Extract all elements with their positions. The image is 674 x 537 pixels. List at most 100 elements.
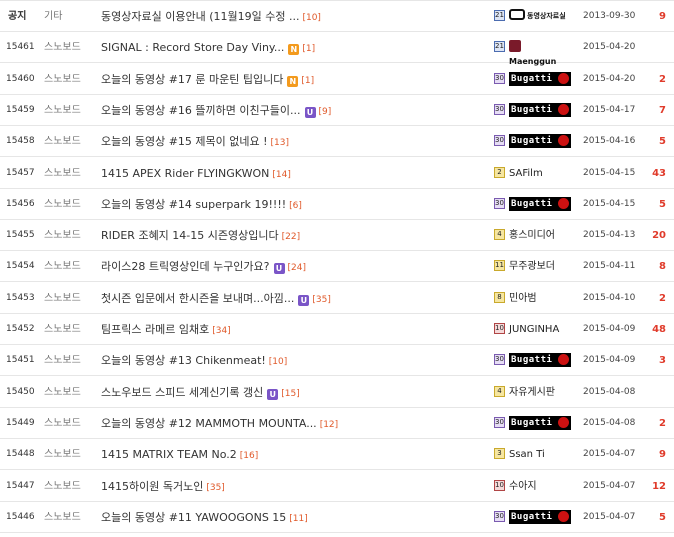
- post-category[interactable]: 스노보드: [44, 32, 81, 63]
- post-list: 공지 기타 동영상자료실 이용안내 (11월19일 수정 ... [10] 21 동영상자…: [0, 0, 674, 537]
- table-row[interactable]: 15456 스노보드 오늘의 동영상 #14 superpark 19!!!! [6]…: [0, 189, 674, 220]
- post-title-link[interactable]: RIDER 조혜지 14-15 시즌영상입니다: [101, 229, 279, 242]
- post-category[interactable]: 스노보드: [44, 158, 81, 189]
- post-title-link[interactable]: 1415 MATRIX TEAM No.2: [101, 448, 237, 461]
- post-title-link[interactable]: 첫시즌 입문에서 한시즌을 보내며...아낌...: [101, 292, 294, 305]
- comment-count[interactable]: [22]: [282, 232, 300, 242]
- post-title-link[interactable]: SIGNAL : Record Store Day Viny...: [101, 41, 284, 54]
- post-title-link[interactable]: 오늘의 동영상 #17 룬 마운틴 팁입니다: [101, 73, 283, 86]
- table-row[interactable]: 15457 스노보드 1415 APEX Rider FLYINGKWON [14] 2…: [0, 158, 674, 189]
- writer-logo[interactable]: Maenggun: [509, 40, 569, 66]
- table-row[interactable]: 15446 스노보드 오늘의 동영상 #11 YAWOOGONS 15 [11] 30 B…: [0, 502, 674, 533]
- table-row[interactable]: 15454 스노보드 라이스28 트릭영상인데 누구인가요? U [24] 11 무주광보더…: [0, 251, 674, 283]
- post-category[interactable]: 스노보드: [44, 95, 81, 126]
- comment-count[interactable]: [35]: [206, 483, 224, 493]
- comment-count[interactable]: [35]: [312, 295, 330, 305]
- table-row[interactable]: 15452 스노보드 팀프릭스 라메르 임채호 [34] 10 JUNGINHA 2015-…: [0, 314, 674, 345]
- post-title-link[interactable]: 오늘의 동영상 #16 뜰끼하면 이친구들이...: [101, 104, 301, 117]
- notice-row[interactable]: 공지 기타 동영상자료실 이용안내 (11월19일 수정 ... [10] 21 동영상자…: [0, 1, 674, 32]
- comment-count[interactable]: [12]: [320, 420, 338, 430]
- post-title-link[interactable]: 오늘의 동영상 #11 YAWOOGONS 15: [101, 511, 286, 524]
- table-row[interactable]: 15458 스노보드 오늘의 동영상 #15 제목이 없네요 ! [13] 30 Buga…: [0, 126, 674, 158]
- post-title-link[interactable]: 오늘의 동영상 #14 superpark 19!!!!: [101, 198, 286, 211]
- writer-logo[interactable]: 동영상자료실: [509, 9, 573, 23]
- post-category[interactable]: 스노보드: [44, 439, 81, 470]
- post-category[interactable]: 스노보드: [44, 502, 81, 533]
- comment-count[interactable]: [11]: [289, 514, 307, 524]
- writer-logo[interactable]: Bugatti: [509, 415, 571, 430]
- table-row[interactable]: 15460 스노보드 오늘의 동영상 #17 룬 마운틴 팁입니다 N [1] 30 Bug…: [0, 64, 674, 95]
- updated-badge-icon: U: [267, 388, 279, 400]
- post-title-link[interactable]: 오늘의 동영상 #13 Chikenmeat!: [101, 354, 266, 367]
- post-category[interactable]: 스노보드: [44, 408, 81, 439]
- comment-count[interactable]: [1]: [302, 44, 315, 54]
- writer-name: Bugatti: [511, 136, 553, 147]
- comment-count[interactable]: [10]: [269, 357, 287, 367]
- post-title-link[interactable]: 라이스28 트릭영상인데 누구인가요?: [101, 260, 270, 273]
- level-icon: 10: [494, 479, 505, 491]
- post-category[interactable]: 스노보드: [44, 189, 81, 220]
- post-date: 2015-04-09: [583, 324, 636, 334]
- post-date: 2015-04-20: [583, 73, 636, 84]
- table-row[interactable]: 15451 스노보드 오늘의 동영상 #13 Chikenmeat! [10] 30 Bu…: [0, 345, 674, 377]
- post-category[interactable]: 스노보드: [44, 314, 81, 345]
- comment-count[interactable]: [10]: [302, 13, 320, 23]
- table-row[interactable]: 15459 스노보드 오늘의 동영상 #16 뜰끼하면 이친구들이... U [9] 30…: [0, 95, 674, 126]
- comment-count[interactable]: [15]: [281, 389, 299, 399]
- post-category[interactable]: 기타: [44, 1, 62, 32]
- post-category[interactable]: 스노보드: [44, 471, 81, 502]
- writer-name[interactable]: 민아범: [509, 283, 537, 314]
- comment-count[interactable]: [9]: [319, 107, 332, 117]
- post-category[interactable]: 스노보드: [44, 220, 81, 251]
- post-title-cell: 오늘의 동영상 #15 제목이 없네요 ! [13]: [101, 126, 289, 157]
- comment-count[interactable]: [13]: [271, 138, 289, 148]
- table-row[interactable]: 15453 스노보드 첫시즌 입문에서 한시즌을 보내며...아낌... U [35] 8…: [0, 283, 674, 314]
- post-category[interactable]: 스노보드: [44, 345, 81, 376]
- comment-count[interactable]: [24]: [288, 263, 306, 273]
- post-category[interactable]: 스노보드: [44, 126, 81, 157]
- writer-logo[interactable]: Bugatti: [509, 71, 571, 86]
- post-title-link[interactable]: 1415 APEX Rider FLYINGKWON: [101, 167, 269, 180]
- table-row[interactable]: 15447 스노보드 1415하이원 독거노인 [35] 10 수아지 2015-04-07…: [0, 471, 674, 502]
- writer-logo[interactable]: Bugatti: [509, 353, 571, 368]
- table-row[interactable]: 15448 스노보드 1415 MATRIX TEAM No.2 [16] 3 Ssan …: [0, 439, 674, 471]
- level-icon: 2: [494, 166, 505, 178]
- comment-count[interactable]: [34]: [212, 326, 230, 336]
- post-title-link[interactable]: 팀프릭스 라메르 임채호: [101, 323, 209, 336]
- post-title-cell: 1415 MATRIX TEAM No.2 [16]: [101, 439, 258, 470]
- post-category[interactable]: 스노보드: [44, 377, 81, 408]
- post-category[interactable]: 스노보드: [44, 251, 81, 282]
- post-number: 15449: [6, 417, 35, 428]
- comment-count[interactable]: [6]: [289, 201, 302, 211]
- table-row[interactable]: 15450 스노보드 스노우보드 스피드 세계신기록 갱신 U [15] 4 자유게시판 20…: [0, 377, 674, 408]
- heart-icon: [558, 103, 569, 115]
- post-title-link[interactable]: 스노우보드 스피드 세계신기록 갱신: [101, 386, 263, 399]
- writer-name[interactable]: JUNGINHA: [509, 314, 559, 345]
- post-title-link[interactable]: 동영상자료실 이용안내 (11월19일 수정 ...: [101, 10, 299, 23]
- post-category[interactable]: 스노보드: [44, 64, 81, 95]
- view-count: 2: [659, 292, 666, 304]
- table-row[interactable]: 15449 스노보드 오늘의 동영상 #12 MAMMOTH MOUNTA... [1…: [0, 408, 674, 439]
- comment-count[interactable]: [16]: [240, 451, 258, 461]
- writer-name[interactable]: SAFilm: [509, 158, 543, 189]
- writer-name[interactable]: 수아지: [509, 471, 537, 502]
- writer-name[interactable]: 홍스미디어: [509, 220, 555, 251]
- writer-name[interactable]: 무주광보더: [509, 251, 555, 282]
- post-date: 2015-04-09: [583, 355, 636, 366]
- updated-badge-icon: U: [273, 263, 285, 275]
- writer-name[interactable]: Ssan Ti: [509, 439, 545, 470]
- table-row[interactable]: 15455 스노보드 RIDER 조혜지 14-15 시즌영상입니다 [22] 4 홍스미…: [0, 220, 674, 252]
- comment-count[interactable]: [14]: [272, 170, 290, 180]
- writer-logo[interactable]: Bugatti: [509, 102, 571, 117]
- writer-logo[interactable]: Bugatti: [509, 509, 571, 524]
- writer-logo[interactable]: Bugatti: [509, 196, 571, 211]
- writer-logo[interactable]: Bugatti: [509, 134, 571, 149]
- post-title-link[interactable]: 오늘의 동영상 #12 MAMMOTH MOUNTA...: [101, 417, 317, 430]
- table-row[interactable]: 15461 스노보드 SIGNAL : Record Store Day Viny.…: [0, 32, 674, 66]
- post-title-link[interactable]: 1415하이원 독거노인: [101, 480, 203, 493]
- writer-name[interactable]: 자유게시판: [509, 377, 555, 408]
- post-category[interactable]: 스노보드: [44, 283, 81, 314]
- post-title-link[interactable]: 오늘의 동영상 #15 제목이 없네요 !: [101, 135, 268, 148]
- post-title-cell: 1415 APEX Rider FLYINGKWON [14]: [101, 158, 291, 189]
- comment-count[interactable]: [1]: [301, 76, 314, 86]
